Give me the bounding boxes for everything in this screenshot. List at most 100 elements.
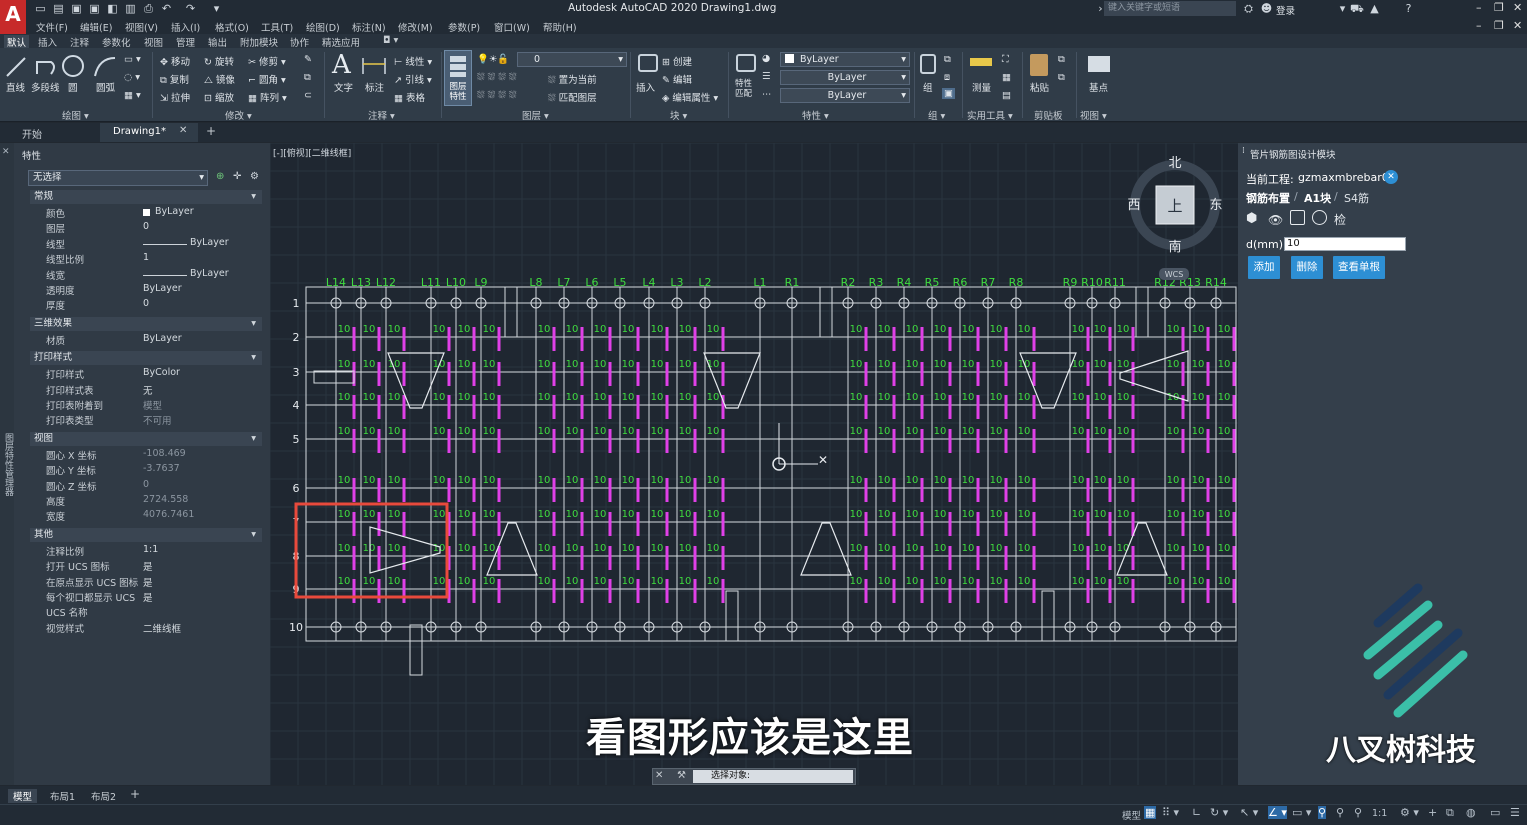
insert-block-icon[interactable]	[638, 54, 658, 72]
line-button[interactable]: 直线	[6, 80, 25, 94]
viewport-label[interactable]: [-][俯视][二维线框]	[273, 146, 351, 159]
property-group-header[interactable]: 三维效果	[30, 316, 262, 331]
menu-dimension[interactable]: 标注(N)	[352, 20, 386, 34]
scale-button[interactable]: ⊡ 缩放	[204, 90, 234, 104]
menu-help[interactable]: 帮助(H)	[543, 20, 577, 34]
groups-panel-label[interactable]: 组 ▾	[928, 108, 945, 122]
annotation-visibility-icon[interactable]: ⚲	[1318, 806, 1327, 819]
lineweight-dropdown[interactable]: ByLayer ▾	[780, 70, 910, 85]
search-input[interactable]: 键入关键字或短语	[1104, 1, 1236, 16]
property-row[interactable]: 在原点显示 UCS 图标是	[30, 575, 262, 590]
color-wheel-icon[interactable]: ◕	[762, 53, 770, 64]
grip-icon[interactable]: ⁞	[1242, 146, 1245, 156]
properties-panel-label[interactable]: 特性 ▾	[802, 108, 829, 122]
layer-properties-button[interactable]: 图层 特性	[444, 50, 472, 106]
cad-drawing[interactable]: 12345678910L14 L13 L12 L11 L10 L9 L8 L7 L6 L5 L4 L3…	[270, 143, 1238, 785]
property-row[interactable]: 透明度 ByLayer	[30, 283, 262, 298]
plus-icon[interactable]: +	[1428, 806, 1437, 819]
block-panel-label[interactable]: 块 ▾	[670, 108, 687, 122]
rectangle-icon[interactable]: ▭ ▾	[124, 54, 141, 65]
menu-view[interactable]: 视图(V)	[125, 20, 158, 34]
selection-dropdown[interactable]: 无选择 ▾	[28, 170, 208, 186]
settings-gear-icon[interactable]: ⚙ ▾	[1400, 806, 1419, 819]
print-icon[interactable]: ⎙	[142, 2, 155, 15]
match-properties-icon[interactable]	[736, 54, 756, 72]
otrack-icon[interactable]: ▭ ▾	[1292, 806, 1311, 819]
auto-scale-icon[interactable]: ⚲	[1336, 806, 1344, 819]
isolate-icon[interactable]: ⧉	[1446, 806, 1454, 820]
copy-clip-icon[interactable]: ⧉	[1058, 72, 1065, 83]
restore-button[interactable]: ❐	[1494, 1, 1504, 14]
save-icon[interactable]: ▣	[70, 2, 83, 15]
menu-edit[interactable]: 编辑(E)	[80, 20, 112, 34]
open-icon[interactable]: ▤	[52, 2, 65, 15]
frame-icon[interactable]	[1290, 210, 1305, 225]
grid-icon[interactable]: ▦	[1144, 806, 1157, 819]
arc-button[interactable]: 圆弧	[96, 80, 115, 94]
property-group-header[interactable]: 打印样式	[30, 351, 262, 366]
cut-icon[interactable]: ⧉	[1058, 54, 1065, 65]
id-point-icon[interactable]: ▤	[1002, 90, 1011, 101]
menu-format[interactable]: 格式(O)	[215, 20, 249, 34]
menu-insert[interactable]: 插入(I)	[171, 20, 200, 34]
menu-file[interactable]: 文件(F)	[36, 20, 68, 34]
layer-tools-icons-2[interactable]: ⛆ ⛆ ⛆ ⛆	[477, 90, 516, 101]
cube-icon[interactable]: ⬢	[1246, 211, 1257, 226]
insert-button[interactable]: 插入	[636, 80, 655, 94]
property-row[interactable]: 打印样式 ByColor	[30, 367, 262, 382]
linear-button[interactable]: ⊢ 线性 ▾	[394, 54, 432, 68]
cart-icon[interactable]: ⛟	[1350, 2, 1364, 15]
menu-modify[interactable]: 修改(M)	[398, 20, 433, 34]
fillet-button[interactable]: ⌐ 圆角 ▾	[248, 72, 286, 86]
binoculars-icon[interactable]: ⛭	[1242, 2, 1255, 15]
wrench-icon[interactable]: ⚒	[677, 770, 686, 781]
panel-close-icon[interactable]: ✕	[2, 147, 10, 157]
tab-collaborate[interactable]: 协作	[290, 35, 309, 49]
paste-button[interactable]: 粘贴	[1030, 80, 1049, 94]
linetype-dropdown[interactable]: ByLayer ▾	[780, 88, 910, 103]
close-icon[interactable]: ✕	[655, 770, 663, 781]
tab-output[interactable]: 输出	[208, 35, 227, 49]
group-select-icon[interactable]: ▣	[942, 88, 955, 99]
property-row[interactable]: UCS 名称	[30, 605, 262, 620]
trim-button[interactable]: ✂ 修剪 ▾	[248, 54, 286, 68]
polar-icon[interactable]: ↻ ▾	[1210, 806, 1228, 819]
quick-select-icon[interactable]: ⛶	[1002, 54, 1009, 65]
model-space-button[interactable]: 模型	[1122, 808, 1141, 822]
property-row[interactable]: 颜色 ByLayer	[30, 206, 262, 221]
clear-project-icon[interactable]: ✕	[1384, 170, 1398, 184]
group-button[interactable]: 组	[923, 80, 933, 94]
measure-button[interactable]: 测量	[972, 80, 991, 94]
create-block-button[interactable]: ⊞ 创建	[662, 54, 692, 68]
gradient-icon[interactable]: ▦ ▾	[124, 90, 141, 101]
snap-icon[interactable]: ⠿ ▾	[1162, 806, 1179, 819]
property-group-header[interactable]: 其他	[30, 527, 262, 542]
scale-dropdown[interactable]: 1:1	[1372, 808, 1387, 819]
property-row[interactable]: 线宽 ByLayer	[30, 268, 262, 283]
tab-start[interactable]: 开始	[22, 126, 42, 141]
close-tab-icon[interactable]: ✕	[179, 125, 187, 136]
property-row[interactable]: 圆心 Z 坐标 0	[30, 479, 262, 494]
command-line[interactable]: ✕ ⚒ 选择对象:	[652, 768, 856, 785]
web-icon[interactable]: ◧	[106, 2, 119, 15]
tab-parametric[interactable]: 参数化	[102, 35, 131, 49]
breadcrumb-rebar[interactable]: S4筋	[1344, 190, 1369, 206]
color-dropdown[interactable]: ByLayer ▾	[780, 52, 910, 67]
annotation-panel-label[interactable]: 注释 ▾	[368, 108, 395, 122]
table-button[interactable]: ▦ 表格	[394, 90, 425, 104]
leader-button[interactable]: ↗ 引线 ▾	[394, 72, 432, 86]
hatch-icon[interactable]: ◌ ▾	[124, 72, 140, 83]
dimension-button[interactable]: 标注	[365, 80, 384, 94]
rotate-button[interactable]: ↻ 旋转	[204, 54, 234, 68]
target-icon[interactable]	[1312, 210, 1327, 225]
modify-panel-label[interactable]: 修改 ▾	[225, 108, 252, 122]
tab-addins[interactable]: 附加模块	[240, 35, 278, 49]
linetype-icon[interactable]: ⋯	[762, 89, 772, 100]
draw-panel-label[interactable]: 绘图 ▾	[62, 108, 89, 122]
ortho-icon[interactable]: ∟	[1192, 806, 1201, 819]
layer-dropdown[interactable]: 0 ▾	[517, 52, 627, 67]
add-button[interactable]: 添加	[1248, 256, 1280, 279]
customize-icon[interactable]: ▾	[210, 2, 223, 15]
eye-icon[interactable]: 👁	[1268, 213, 1283, 227]
layer-state-icons[interactable]: 💡☀🔓	[477, 54, 509, 65]
